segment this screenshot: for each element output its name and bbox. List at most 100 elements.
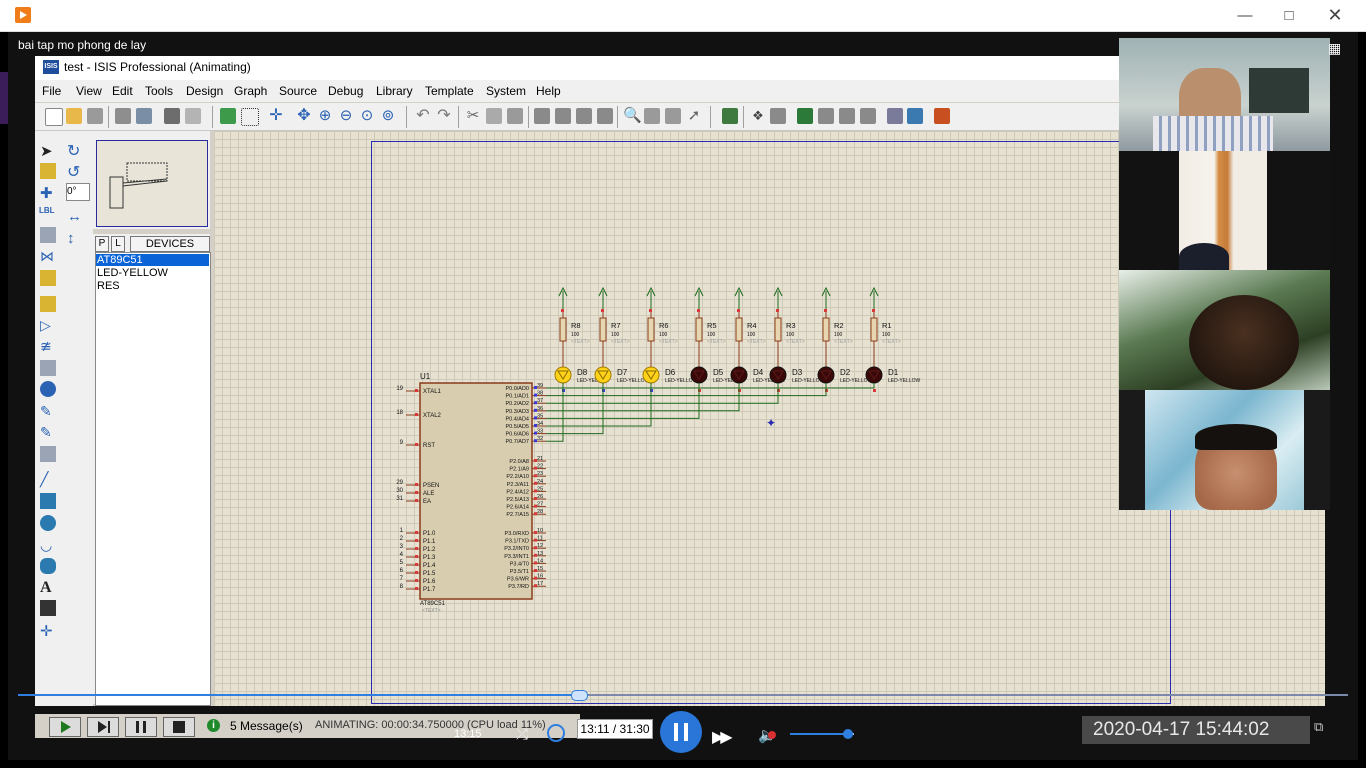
wire-label-icon[interactable]: LBL — [39, 206, 55, 222]
menu-edit[interactable]: Edit — [112, 84, 133, 98]
block-rotate-icon[interactable] — [576, 108, 592, 124]
rotate-anticlockwise-icon[interactable]: ↺ — [67, 162, 83, 181]
symbol-tool-icon[interactable] — [40, 600, 56, 616]
exit-fullscreen-icon[interactable]: ⧉ — [1314, 719, 1323, 735]
volume-thumb[interactable] — [843, 729, 853, 739]
electrical-rule-check-icon[interactable] — [907, 108, 923, 124]
menu-library[interactable]: Library — [376, 84, 413, 98]
repeat-icon[interactable] — [547, 724, 565, 742]
tape-recorder-icon[interactable] — [40, 360, 56, 376]
graph-mode-icon[interactable]: ≇ — [40, 338, 56, 354]
grid-icon[interactable] — [241, 108, 259, 126]
new-sheet-icon[interactable] — [797, 108, 813, 124]
terminals-icon[interactable] — [40, 296, 56, 312]
print-area-icon[interactable] — [185, 108, 201, 124]
generator-icon[interactable] — [40, 381, 56, 397]
sim-play-button[interactable] — [49, 717, 81, 737]
origin-icon[interactable]: ✛ — [268, 108, 284, 124]
rotation-angle-field[interactable]: 0° — [66, 183, 90, 201]
circle-tool-icon[interactable] — [40, 515, 56, 531]
open-folder-icon[interactable] — [66, 108, 82, 124]
participant-video-4[interactable] — [1119, 390, 1330, 510]
netlist-to-ares-icon[interactable] — [934, 108, 950, 124]
device-item-led-yellow[interactable]: LED-YELLOW — [96, 267, 209, 279]
component-mode-icon[interactable] — [40, 163, 56, 179]
bill-of-materials-icon[interactable] — [887, 108, 903, 124]
arc-tool-icon[interactable]: ◡ — [40, 537, 56, 553]
line-tool-icon[interactable]: ╱ — [40, 471, 56, 487]
device-item-at89c51[interactable]: AT89C51 — [96, 254, 209, 266]
menu-file[interactable]: File — [42, 84, 61, 98]
library-manager-button[interactable]: L — [111, 236, 125, 252]
export-icon[interactable] — [136, 108, 152, 124]
print-icon[interactable] — [164, 108, 180, 124]
redraw-icon[interactable] — [220, 108, 236, 124]
pick-from-library-button[interactable]: P — [95, 236, 109, 252]
import-icon[interactable] — [115, 108, 131, 124]
pan-icon[interactable]: ✥ — [296, 108, 312, 124]
menu-design[interactable]: Design — [186, 84, 223, 98]
wire-autorouter-icon[interactable] — [722, 108, 738, 124]
participant-video-1[interactable] — [1119, 38, 1330, 151]
fast-forward-icon[interactable]: ▶▶ — [712, 727, 733, 747]
goto-sheet-icon[interactable] — [839, 108, 855, 124]
sim-step-button[interactable] — [87, 717, 119, 737]
participant-video-2[interactable] — [1119, 151, 1330, 270]
messages-count[interactable]: 5 Message(s) — [230, 719, 303, 733]
subcircuit-icon[interactable] — [40, 270, 56, 286]
menu-template[interactable]: Template — [425, 84, 474, 98]
mirror-vertical-icon[interactable]: ↕ — [67, 230, 83, 247]
menu-help[interactable]: Help — [536, 84, 561, 98]
marker-tool-icon[interactable]: ✛ — [40, 622, 56, 640]
menu-system[interactable]: System — [486, 84, 526, 98]
redo-icon[interactable]: ↷ — [436, 108, 452, 124]
menu-source[interactable]: Source — [279, 84, 317, 98]
menu-tools[interactable]: Tools — [145, 84, 173, 98]
decompose-icon[interactable]: ➚ — [686, 108, 702, 124]
maximize-button[interactable]: □ — [1266, 0, 1312, 31]
paste-icon[interactable] — [507, 108, 523, 124]
close-button[interactable]: ✕ — [1312, 0, 1358, 31]
virtual-instruments-icon[interactable] — [40, 446, 56, 462]
play-pause-button[interactable] — [660, 711, 702, 753]
remove-sheet-icon[interactable] — [818, 108, 834, 124]
shuffle-icon[interactable]: ⤮ — [516, 726, 528, 743]
packaging-icon[interactable] — [665, 108, 681, 124]
info-icon[interactable]: i — [207, 719, 220, 732]
sim-pause-button[interactable] — [125, 717, 157, 737]
cut-icon[interactable]: ✂ — [465, 108, 481, 124]
zoom-area-icon[interactable]: ⊚ — [380, 108, 396, 124]
minimize-button[interactable]: — — [1222, 0, 1268, 31]
menu-debug[interactable]: Debug — [328, 84, 363, 98]
selection-mode-icon[interactable]: ➤ — [40, 142, 56, 160]
device-item-res[interactable]: RES — [96, 280, 209, 292]
zoom-in-icon[interactable]: ⊕ — [317, 108, 333, 124]
make-device-icon[interactable] — [644, 108, 660, 124]
text-script-icon[interactable] — [40, 227, 56, 243]
block-move-icon[interactable] — [555, 108, 571, 124]
new-file-icon[interactable] — [45, 108, 63, 126]
rotate-clockwise-icon[interactable]: ↻ — [67, 141, 83, 160]
seek-thumb[interactable] — [571, 690, 588, 701]
block-copy-icon[interactable] — [534, 108, 550, 124]
participant-video-3[interactable] — [1119, 270, 1330, 390]
block-delete-icon[interactable] — [597, 108, 613, 124]
buses-icon[interactable]: ⋈ — [40, 248, 56, 264]
text-tool-icon[interactable]: A — [40, 579, 56, 596]
zoom-all-icon[interactable]: ⊙ — [359, 108, 375, 124]
exit-parent-icon[interactable] — [860, 108, 876, 124]
property-tool-icon[interactable] — [770, 108, 786, 124]
undo-icon[interactable]: ↶ — [415, 108, 431, 124]
pick-device-icon[interactable]: 🔍 — [623, 108, 642, 124]
current-probe-icon[interactable]: ✎ — [40, 424, 56, 440]
save-icon[interactable] — [87, 108, 103, 124]
menu-graph[interactable]: Graph — [234, 84, 267, 98]
voltage-probe-icon[interactable]: ✎ — [40, 403, 56, 419]
menu-view[interactable]: View — [76, 84, 102, 98]
box-tool-icon[interactable] — [40, 493, 56, 509]
search-tag-icon[interactable]: ❖ — [750, 108, 766, 124]
path-tool-icon[interactable] — [40, 558, 56, 574]
zoom-out-icon[interactable]: ⊖ — [338, 108, 354, 124]
overview-map[interactable] — [96, 140, 208, 227]
junction-dot-icon[interactable]: ✚ — [40, 184, 56, 202]
